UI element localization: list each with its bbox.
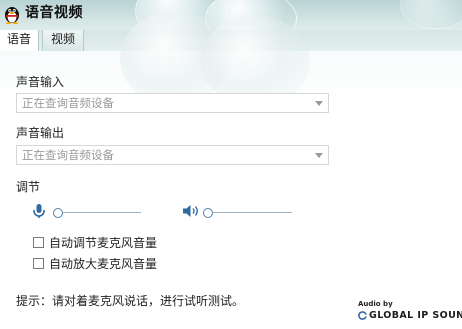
global-ip-sound-logo-icon	[358, 311, 367, 320]
chevron-down-icon[interactable]	[315, 101, 323, 106]
brand-caption: Audio by	[358, 300, 393, 308]
adjust-label: 调节	[16, 180, 41, 194]
brand-name: GLOBAL IP SOUND	[369, 310, 462, 321]
auto-boost-mic-checkbox[interactable]	[33, 258, 44, 269]
microphone-icon[interactable]	[32, 203, 46, 219]
voice-settings-panel: 声音输入 正在查询音频设备 声音输出 正在查询音频设备 调节 自动调节麦克风音量…	[0, 11, 462, 329]
speaker-volume-slider[interactable]	[213, 212, 292, 213]
auto-adjust-mic-checkbox[interactable]	[33, 237, 44, 248]
audio-output-label: 声音输出	[16, 126, 65, 140]
audio-input-label: 声音输入	[16, 75, 65, 89]
audio-output-select[interactable]: 正在查询音频设备	[16, 145, 329, 165]
chevron-down-icon[interactable]	[315, 153, 323, 158]
speaker-icon[interactable]	[182, 204, 200, 218]
audio-output-value: 正在查询音频设备	[22, 148, 114, 162]
decorative-bubble	[400, 0, 462, 29]
tab-voice[interactable]: 语音	[0, 30, 39, 51]
mic-volume-slider[interactable]	[63, 212, 141, 213]
voice-video-window: 语音视频 语音 视频 声音输入 正在查询音频设备 声音输出 正在查询音频设备 调…	[0, 0, 462, 329]
hint-text: 提示：请对着麦克风说话，进行试听测试。	[16, 294, 245, 308]
tab-video[interactable]: 视频	[42, 30, 84, 51]
auto-adjust-mic-label[interactable]: 自动调节麦克风音量	[49, 236, 157, 250]
speaker-volume-slider-thumb[interactable]	[203, 208, 213, 218]
window-title: 语音视频	[25, 5, 83, 21]
qq-penguin-icon	[5, 7, 19, 24]
audio-input-select[interactable]: 正在查询音频设备	[16, 93, 329, 113]
audio-input-value: 正在查询音频设备	[22, 96, 114, 110]
auto-boost-mic-label[interactable]: 自动放大麦克风音量	[49, 257, 157, 271]
mic-volume-slider-thumb[interactable]	[53, 208, 63, 218]
